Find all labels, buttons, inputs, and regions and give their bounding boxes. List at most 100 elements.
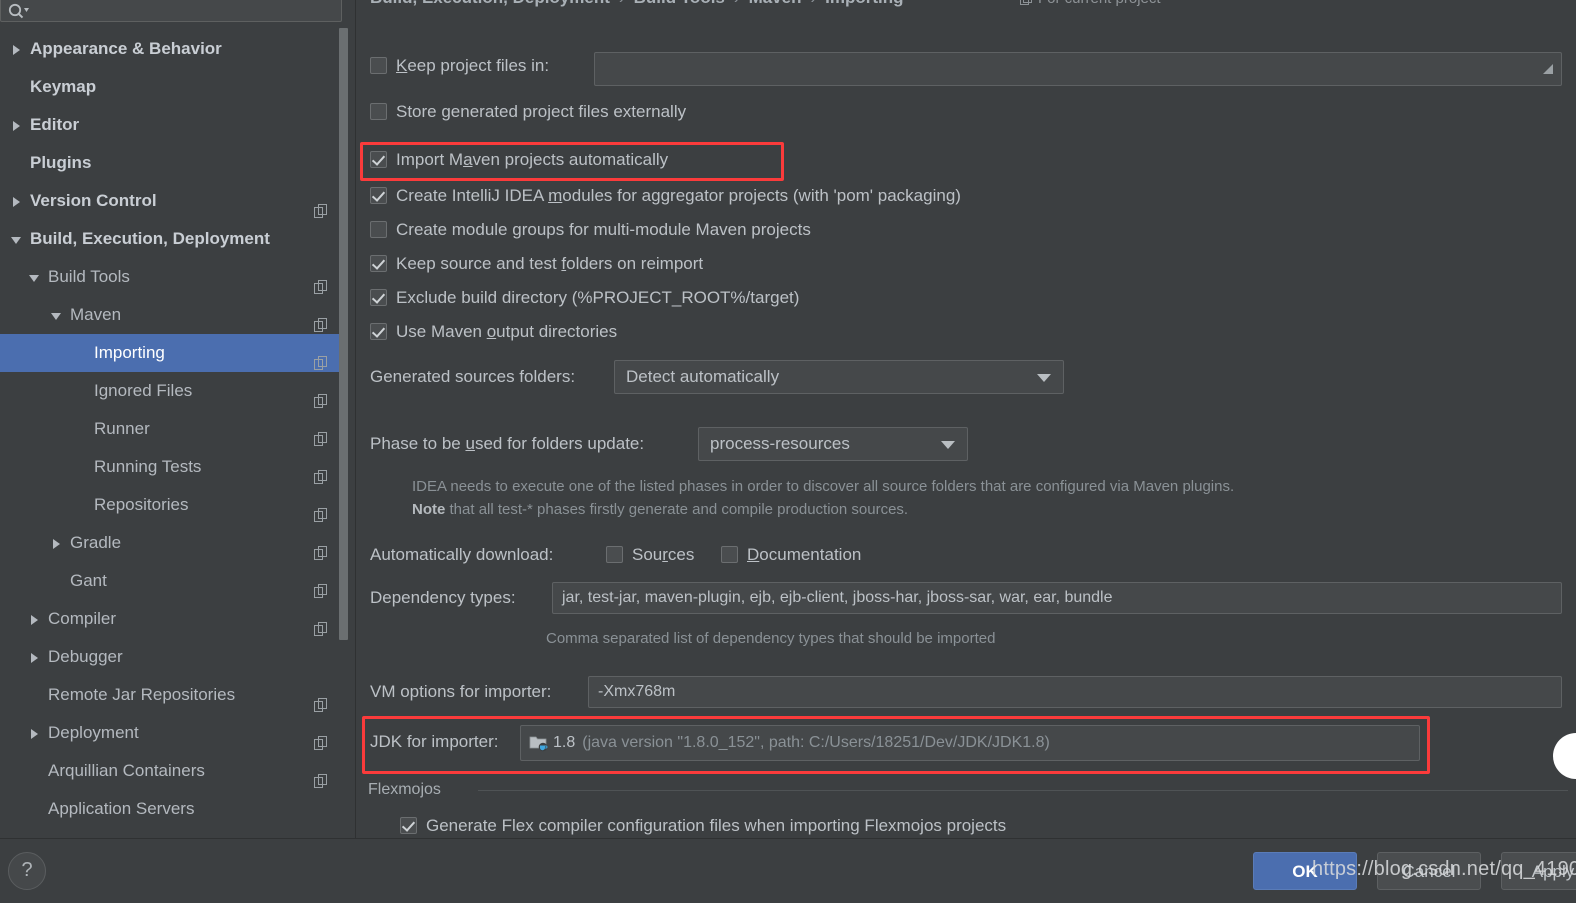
import-maven-automatically-checkbox[interactable] xyxy=(370,151,387,168)
sidebar-item-running-tests[interactable]: Running Tests xyxy=(0,448,348,486)
sidebar-item-remote-jar-repositories[interactable]: Remote Jar Repositories xyxy=(0,676,348,714)
sidebar-item-keymap[interactable]: Keymap xyxy=(0,68,348,106)
copy-settings-icon[interactable] xyxy=(314,612,328,636)
generated-sources-combo[interactable]: Detect automatically xyxy=(614,360,1064,394)
sidebar-item-label: Running Tests xyxy=(94,457,202,476)
sidebar-item-deployment[interactable]: Deployment xyxy=(0,714,348,752)
vm-options-input[interactable]: -Xmx768m xyxy=(588,676,1562,708)
copy-settings-icon[interactable] xyxy=(314,498,328,522)
copy-settings-icon[interactable] xyxy=(314,574,328,598)
copy-settings-icon[interactable] xyxy=(314,308,328,332)
chevron-right-icon[interactable] xyxy=(26,600,42,638)
jdk-importer-combo[interactable]: 1.8 (java version "1.8.0_152", path: C:/… xyxy=(520,725,1420,761)
keep-project-files-checkbox[interactable] xyxy=(370,57,387,74)
auto-download-sources-row[interactable]: Sources xyxy=(606,545,694,565)
settings-search-box[interactable] xyxy=(0,0,342,24)
keep-source-test-folders-label: Keep source and test folders on reimport xyxy=(396,254,704,273)
phase-update-combo[interactable]: process-resources xyxy=(698,427,968,461)
use-maven-output-dirs-checkbox[interactable] xyxy=(370,323,387,340)
sidebar-item-runner[interactable]: Runner xyxy=(0,410,348,448)
flexmojos-generate-config-checkbox[interactable] xyxy=(400,817,417,834)
import-maven-automatically-label: Import Maven projects automatically xyxy=(396,150,669,169)
sidebar-item-maven[interactable]: Maven xyxy=(0,296,348,334)
chevron-right-icon[interactable] xyxy=(26,638,42,676)
copy-settings-icon[interactable] xyxy=(314,194,328,218)
keep-source-test-folders-row[interactable]: Keep source and test folders on reimport xyxy=(370,254,703,274)
sidebar-item-arquillian-containers[interactable]: Arquillian Containers xyxy=(0,752,348,790)
auto-download-documentation-row[interactable]: Documentation xyxy=(721,545,861,565)
settings-main-panel: Build, Execution, Deployment › Build Tools… xyxy=(356,0,1576,838)
copy-settings-icon[interactable] xyxy=(314,688,328,712)
copy-settings-icon[interactable] xyxy=(314,270,328,294)
chevron-right-icon[interactable] xyxy=(8,182,24,220)
create-intellij-modules-checkbox[interactable] xyxy=(370,187,387,204)
copy-settings-icon[interactable] xyxy=(314,460,328,484)
exclude-build-directory-label: Exclude build directory (%PROJECT_ROOT%/… xyxy=(396,288,800,307)
breadcrumb-item-0[interactable]: Build, Execution, Deployment xyxy=(370,0,610,7)
sidebar-item-application-servers[interactable]: Application Servers xyxy=(0,790,348,828)
breadcrumb-item-1[interactable]: Build Tools xyxy=(634,0,725,7)
keep-source-test-folders-checkbox[interactable] xyxy=(370,255,387,272)
create-module-groups-label: Create module groups for multi-module Ma… xyxy=(396,220,811,239)
sidebar-item-compiler[interactable]: Compiler xyxy=(0,600,348,638)
main-scrollbar[interactable] xyxy=(1568,0,1576,838)
sidebar-item-repositories[interactable]: Repositories xyxy=(0,486,348,524)
chevron-right-icon[interactable] xyxy=(48,524,64,562)
sidebar-item-editor[interactable]: Editor xyxy=(0,106,348,144)
chevron-down-icon[interactable] xyxy=(8,220,24,258)
chevron-right-icon[interactable] xyxy=(8,106,24,144)
sidebar-item-importing[interactable]: Importing xyxy=(0,334,348,372)
sidebar-item-build-tools[interactable]: Build Tools xyxy=(0,258,348,296)
auto-download-documentation-checkbox[interactable] xyxy=(721,546,738,563)
sidebar-item-debugger[interactable]: Debugger xyxy=(0,638,348,676)
create-intellij-modules-row[interactable]: Create IntelliJ IDEA modules for aggrega… xyxy=(370,186,961,206)
breadcrumb: Build, Execution, Deployment › Build Tools… xyxy=(370,0,904,8)
store-generated-externally-label: Store generated project files externally xyxy=(396,102,687,121)
sidebar-item-label: Version Control xyxy=(30,191,157,210)
sidebar-scrollbar-thumb[interactable] xyxy=(339,28,348,640)
import-maven-automatically-row[interactable]: Import Maven projects automatically xyxy=(370,150,668,170)
use-maven-output-dirs-row[interactable]: Use Maven output directories xyxy=(370,322,617,342)
store-generated-externally-checkbox[interactable] xyxy=(370,103,387,120)
settings-sidebar: Appearance & Behavior Keymap Editor Plugins… xyxy=(0,0,348,838)
copy-settings-icon[interactable] xyxy=(314,346,328,370)
sidebar-item-label: Keymap xyxy=(30,77,97,96)
browse-folder-button[interactable] xyxy=(1536,54,1560,84)
sidebar-item-build-execution-deployment[interactable]: Build, Execution, Deployment xyxy=(0,220,348,258)
dependency-types-input[interactable]: jar, test-jar, maven-plugin, ejb, ejb-cl… xyxy=(552,582,1562,614)
create-module-groups-row[interactable]: Create module groups for multi-module Ma… xyxy=(370,220,811,240)
sidebar-item-ignored-files[interactable]: Ignored Files xyxy=(0,372,348,410)
store-generated-externally-row[interactable]: Store generated project files externally xyxy=(370,102,686,122)
exclude-build-directory-row[interactable]: Exclude build directory (%PROJECT_ROOT%/… xyxy=(370,288,799,308)
chevron-right-icon[interactable] xyxy=(8,30,24,68)
breadcrumb-item-3[interactable]: Importing xyxy=(825,0,903,7)
help-button[interactable]: ? xyxy=(8,852,46,890)
copy-settings-icon[interactable] xyxy=(314,422,328,446)
keep-project-files-input[interactable] xyxy=(594,52,1562,86)
copy-settings-icon[interactable] xyxy=(314,726,328,750)
copy-settings-icon[interactable] xyxy=(314,536,328,560)
flexmojos-group-line xyxy=(478,790,1568,791)
chevron-down-icon[interactable] xyxy=(26,258,42,296)
chevron-down-icon[interactable] xyxy=(48,296,64,334)
flexmojos-generate-config-row[interactable]: Generate Flex compiler configuration fil… xyxy=(400,816,1006,836)
chevron-right-icon[interactable] xyxy=(26,714,42,752)
note-bold-prefix: Note xyxy=(412,501,446,518)
copy-settings-icon[interactable] xyxy=(314,384,328,408)
breadcrumb-item-2[interactable]: Maven xyxy=(749,0,802,7)
sidebar-item-label: Build Tools xyxy=(48,267,130,286)
create-module-groups-checkbox[interactable] xyxy=(370,221,387,238)
sidebar-item-clouds[interactable]: Clouds xyxy=(0,828,348,838)
sidebar-item-plugins[interactable]: Plugins xyxy=(0,144,348,182)
sidebar-item-version-control[interactable]: Version Control xyxy=(0,182,348,220)
search-input[interactable] xyxy=(33,2,337,24)
jdk-importer-label: JDK for importer: xyxy=(370,732,499,751)
auto-download-sources-checkbox[interactable] xyxy=(606,546,623,563)
sidebar-item-appearance-behavior[interactable]: Appearance & Behavior xyxy=(0,30,348,68)
exclude-build-directory-checkbox[interactable] xyxy=(370,289,387,306)
copy-settings-icon[interactable] xyxy=(314,764,328,788)
keep-project-files-row[interactable]: Keep project files in: xyxy=(370,56,549,76)
sidebar-item-gradle[interactable]: Gradle xyxy=(0,524,348,562)
generated-sources-value: Detect automatically xyxy=(626,367,780,386)
sidebar-item-gant[interactable]: Gant xyxy=(0,562,348,600)
